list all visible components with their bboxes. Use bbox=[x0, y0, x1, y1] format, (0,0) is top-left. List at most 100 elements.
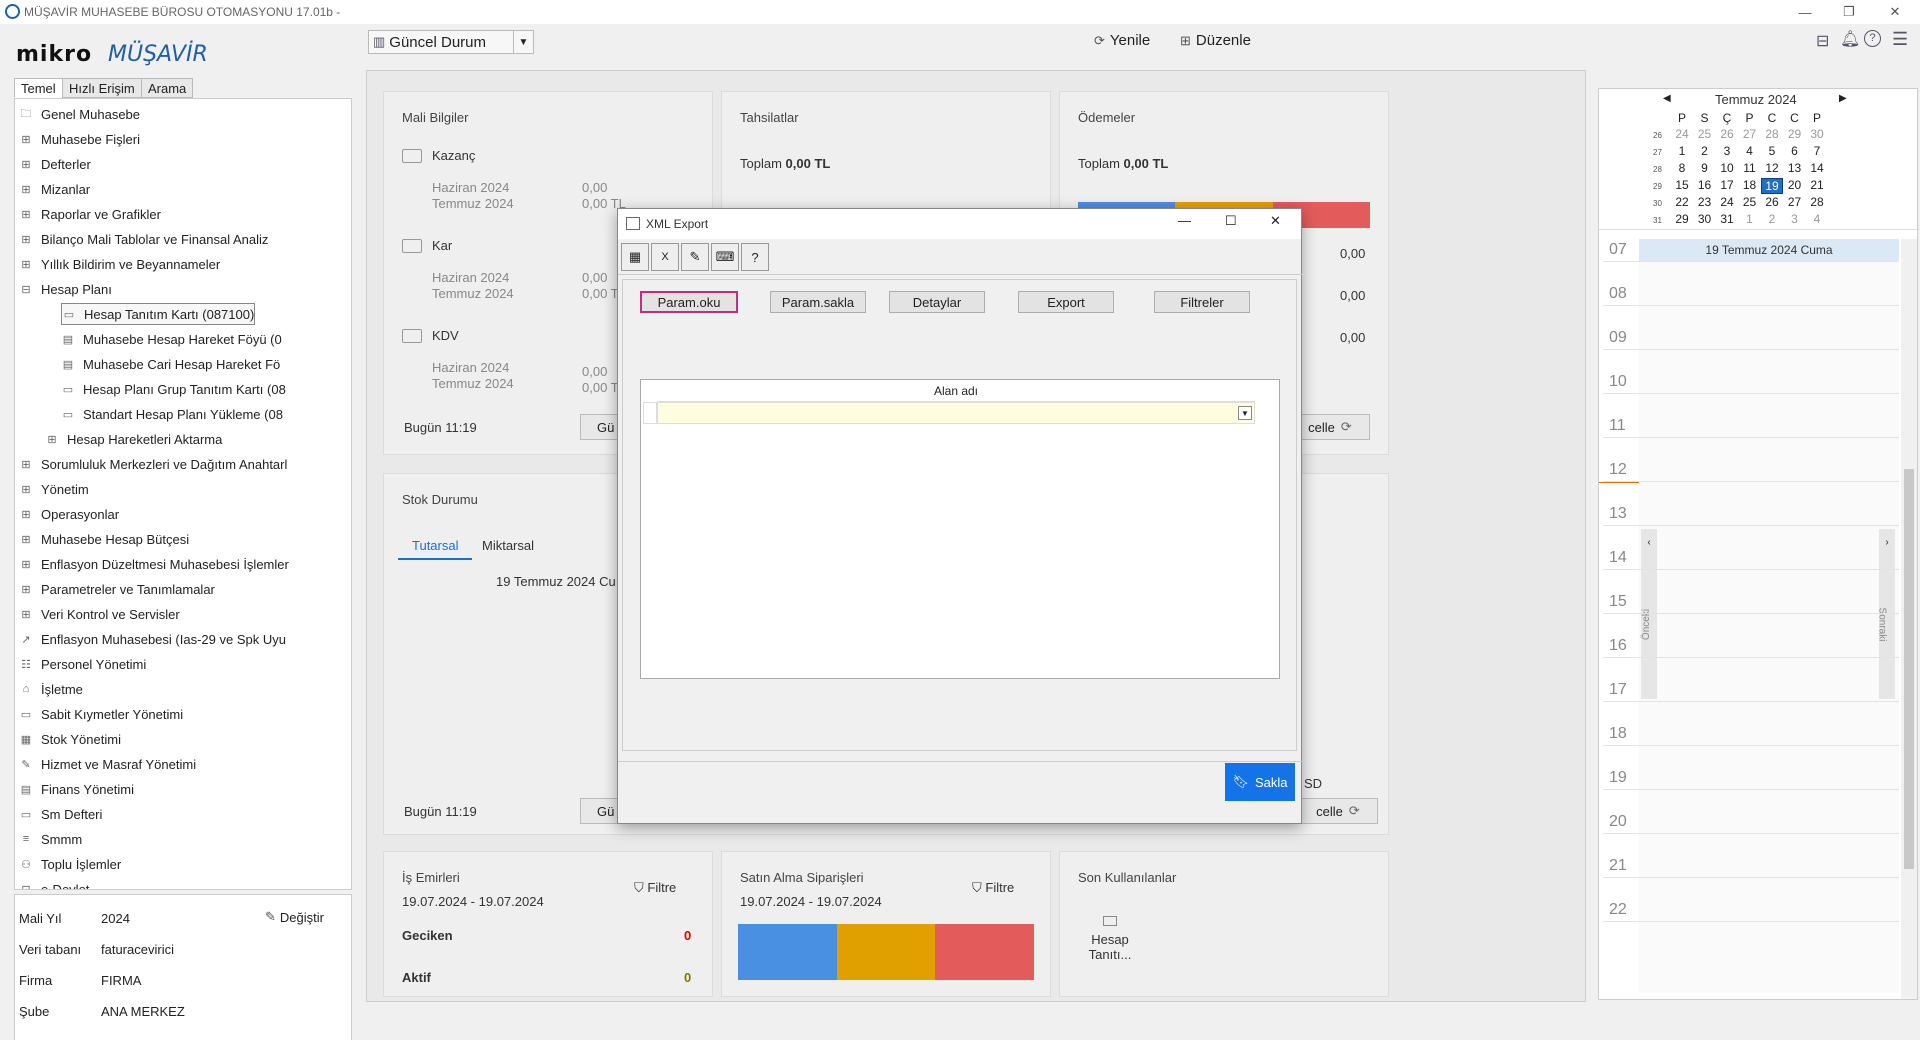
calendar-day[interactable]: 26 bbox=[1761, 195, 1783, 209]
guncelle-button[interactable]: celle ⟳ bbox=[1298, 798, 1378, 824]
close-icon[interactable]: ✕ bbox=[1872, 0, 1918, 24]
detaylar-button[interactable]: Detaylar bbox=[889, 291, 985, 313]
tree-item[interactable]: ☷ Personel Yönetimi bbox=[19, 653, 146, 675]
restore-icon[interactable]: ❐ bbox=[1826, 0, 1872, 24]
calendar-day[interactable]: 9 bbox=[1694, 161, 1716, 175]
minimize-icon[interactable]: — bbox=[1782, 0, 1828, 24]
tree-item[interactable]: ✎ Hizmet ve Masraf Yönetimi bbox=[19, 753, 196, 775]
excel-icon[interactable]: X bbox=[651, 243, 679, 271]
calendar-day[interactable]: 11 bbox=[1739, 161, 1761, 175]
sakla-button[interactable]: 🔖︎ Sakla bbox=[1225, 763, 1295, 801]
chevron-right-icon[interactable]: ▶ bbox=[1839, 93, 1847, 104]
tab-temel[interactable]: Temel bbox=[14, 78, 63, 98]
calendar-day[interactable]: 29 bbox=[1784, 127, 1806, 141]
minimize-icon[interactable]: — bbox=[1178, 213, 1191, 228]
calendar-day[interactable]: 28 bbox=[1806, 195, 1828, 209]
tab-hizli-erisim[interactable]: Hızlı Erişim bbox=[62, 78, 142, 98]
calendar-day[interactable]: 18 bbox=[1739, 178, 1761, 192]
calendar-day[interactable]: 15 bbox=[1671, 178, 1693, 192]
guncelle-button[interactable]: celle ⟳ bbox=[1290, 414, 1370, 440]
scrollbar[interactable] bbox=[1901, 239, 1917, 999]
tree-item[interactable]: ≡ Smmm bbox=[19, 828, 82, 850]
calendar-day[interactable]: 2 bbox=[1761, 212, 1783, 226]
tree-item[interactable]: ▦ Stok Yönetimi bbox=[19, 728, 121, 750]
calendar-day[interactable]: 4 bbox=[1806, 212, 1828, 226]
calendar-day[interactable]: 24 bbox=[1671, 127, 1693, 141]
tab-miktarsal[interactable]: Miktarsal bbox=[482, 538, 534, 553]
tree-item[interactable]: ⊞ Enflasyon Düzeltmesi Muhasebesi İşlemle… bbox=[19, 553, 288, 575]
dropdown-arrow-icon[interactable]: ▼ bbox=[1238, 406, 1252, 420]
table-icon[interactable]: ▦ bbox=[621, 243, 649, 271]
maximize-icon[interactable]: ☐ bbox=[1225, 213, 1237, 229]
help-icon[interactable]: ? bbox=[1864, 30, 1881, 47]
filter-button[interactable]: ⛉ Filtre bbox=[634, 880, 676, 896]
calendar-day[interactable]: 31 bbox=[1716, 212, 1738, 226]
calendar-day[interactable]: 7 bbox=[1806, 144, 1828, 158]
tree-item[interactable]: ▭ Hesap Tanıtım Kartı (087100) bbox=[61, 303, 256, 325]
tree-item[interactable]: ⊞ Mizanlar bbox=[19, 178, 90, 200]
export-button[interactable]: Export bbox=[1018, 291, 1114, 313]
tab-tutarsal[interactable]: Tutarsal bbox=[412, 538, 458, 553]
calendar-day[interactable]: 3 bbox=[1784, 212, 1806, 226]
tree-item[interactable]: ↗ Enflasyon Muhasebesi (Ias-29 ve Spk Uyu bbox=[19, 628, 286, 650]
calendar-day[interactable]: 4 bbox=[1739, 144, 1761, 158]
calendar-day[interactable]: 28 bbox=[1761, 127, 1783, 141]
tree-item[interactable]: ⊡ e-Devlet bbox=[19, 878, 89, 890]
tree-item[interactable]: ⊟ Hesap Planı bbox=[19, 278, 111, 300]
refresh-button[interactable]: ⟳ Yenile bbox=[1094, 32, 1150, 49]
tree-item[interactable]: ⊞ Parametreler ve Tanımlamalar bbox=[19, 578, 215, 600]
param-sakla-button[interactable]: Param.sakla bbox=[770, 291, 866, 313]
calendar-day[interactable]: 10 bbox=[1716, 161, 1738, 175]
calendar-day[interactable]: 1 bbox=[1739, 212, 1761, 226]
tree-item[interactable]: ⌂ İşletme bbox=[19, 678, 83, 700]
tree-item[interactable]: ⊞ Veri Kontrol ve Servisler bbox=[19, 603, 179, 625]
tab-arama[interactable]: Arama bbox=[141, 78, 194, 98]
tree-item[interactable]: ⚇ Toplu İşlemler bbox=[19, 853, 121, 875]
tree-item[interactable]: ▭ Standart Hesap Planı Yükleme (08 bbox=[61, 403, 283, 425]
help-icon[interactable]: ? bbox=[741, 243, 769, 271]
calendar-day[interactable]: 21 bbox=[1806, 178, 1828, 192]
keyboard-icon[interactable]: ⌨ bbox=[711, 243, 739, 271]
tree-item[interactable]: ⊞ Raporlar ve Grafikler bbox=[19, 203, 161, 225]
calendar-day[interactable]: 6 bbox=[1784, 144, 1806, 158]
calendar-day[interactable]: 8 bbox=[1671, 161, 1693, 175]
tree-item[interactable]: ⊞ Bilanço Mali Tablolar ve Finansal Anali… bbox=[19, 228, 268, 250]
grid-row[interactable]: ▼ bbox=[657, 402, 1255, 424]
tree-item[interactable]: 🗀︎ Genel Muhasebe bbox=[19, 103, 141, 125]
calendar-day[interactable]: 2 bbox=[1694, 144, 1716, 158]
calendar-day[interactable]: 20 bbox=[1784, 178, 1806, 192]
edit-layout-button[interactable]: ⊞ Düzenle bbox=[1180, 32, 1260, 49]
view-selector[interactable]: ▥ Güncel Durum ▼ bbox=[368, 30, 534, 54]
tree-item[interactable]: ⊞ Defterler bbox=[19, 153, 90, 175]
filter-button[interactable]: ⛉ Filtre bbox=[972, 880, 1014, 896]
calendar-day[interactable]: 14 bbox=[1806, 161, 1828, 175]
calendar-day[interactable]: 22 bbox=[1671, 195, 1693, 209]
edit-icon[interactable]: ✎ bbox=[681, 243, 709, 271]
calendar-day[interactable]: 23 bbox=[1694, 195, 1716, 209]
calendar-day[interactable]: 5 bbox=[1761, 144, 1783, 158]
calendar-day[interactable]: 26 bbox=[1716, 127, 1738, 141]
tree-item[interactable]: ⊞ Yıllık Bildirim ve Beyannameler bbox=[19, 253, 220, 275]
tree-item[interactable]: ⊞ Yönetim bbox=[19, 478, 88, 500]
tree-item[interactable]: ⊞ Operasyonlar bbox=[19, 503, 119, 525]
calendar-day[interactable]: 17 bbox=[1716, 178, 1738, 192]
param-oku-button[interactable]: Param.oku bbox=[640, 291, 738, 313]
degistir-button[interactable]: ✎ Değiştir bbox=[265, 909, 324, 925]
scrollbar-thumb[interactable] bbox=[1904, 469, 1914, 869]
hamburger-menu-icon[interactable]: ☰ bbox=[1892, 29, 1908, 50]
calendar-day[interactable]: 30 bbox=[1806, 127, 1828, 141]
tree-item[interactable]: ▭ Sm Defteri bbox=[19, 803, 103, 825]
calendar-day[interactable]: 29 bbox=[1671, 212, 1693, 226]
bell-icon[interactable]: 🔔︎ bbox=[1840, 29, 1860, 49]
tree-item[interactable]: ▭ Sabit Kıymetler Yönetimi bbox=[19, 703, 183, 725]
calendar-day[interactable]: 16 bbox=[1694, 178, 1716, 192]
chevron-left-icon[interactable]: ◀ bbox=[1663, 93, 1671, 104]
calendar-day[interactable]: 13 bbox=[1784, 161, 1806, 175]
calendar-day[interactable]: 30 bbox=[1694, 212, 1716, 226]
calendar-day[interactable]: 12 bbox=[1761, 161, 1783, 175]
calendar-day[interactable]: 25 bbox=[1739, 195, 1761, 209]
calendar-day[interactable]: 1 bbox=[1671, 144, 1693, 158]
next-day-button[interactable]: › Sonraki bbox=[1876, 529, 1895, 699]
tree-item[interactable]: ⊞ Sorumluluk Merkezleri ve Dağıtım Anahta… bbox=[19, 453, 287, 475]
tree-item[interactable]: ⊞ Muhasebe Hesap Bütçesi bbox=[19, 528, 189, 550]
